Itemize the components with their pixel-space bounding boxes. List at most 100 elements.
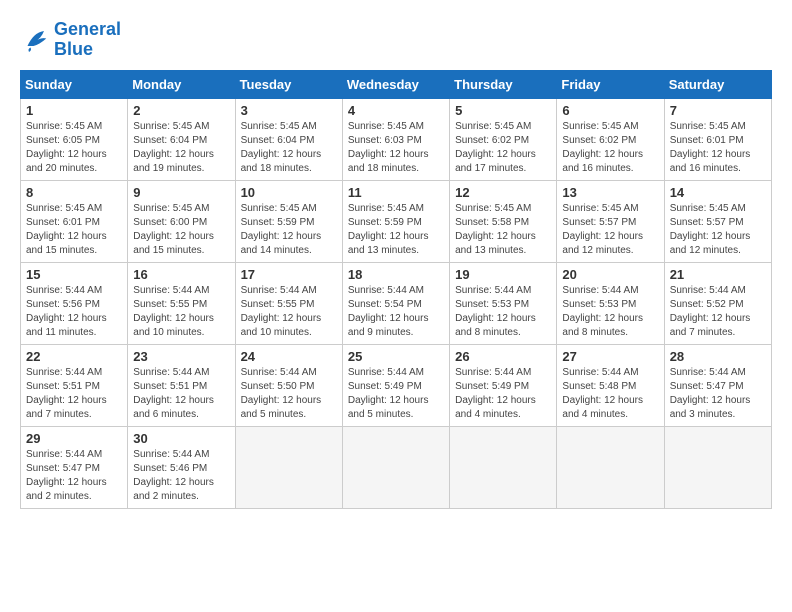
day-number: 18 — [348, 267, 444, 282]
calendar-day-cell: 2 Sunrise: 5:45 AM Sunset: 6:04 PM Dayli… — [128, 98, 235, 180]
calendar-week-row: 22 Sunrise: 5:44 AM Sunset: 5:51 PM Dayl… — [21, 344, 772, 426]
day-info: Sunrise: 5:45 AM Sunset: 5:59 PM Dayligh… — [241, 202, 337, 258]
calendar-week-row: 15 Sunrise: 5:44 AM Sunset: 5:56 PM Dayl… — [21, 262, 772, 344]
day-info: Sunrise: 5:44 AM Sunset: 5:55 PM Dayligh… — [241, 284, 337, 340]
calendar-day-cell: 18 Sunrise: 5:44 AM Sunset: 5:54 PM Dayl… — [342, 262, 449, 344]
calendar-day-cell: 12 Sunrise: 5:45 AM Sunset: 5:58 PM Dayl… — [450, 180, 557, 262]
calendar-day-cell: 14 Sunrise: 5:45 AM Sunset: 5:57 PM Dayl… — [664, 180, 771, 262]
day-number: 15 — [26, 267, 122, 282]
day-number: 4 — [348, 103, 444, 118]
calendar-header-row: SundayMondayTuesdayWednesdayThursdayFrid… — [21, 70, 772, 98]
day-info: Sunrise: 5:45 AM Sunset: 6:01 PM Dayligh… — [26, 202, 122, 258]
day-header-tuesday: Tuesday — [235, 70, 342, 98]
day-info: Sunrise: 5:45 AM Sunset: 5:57 PM Dayligh… — [670, 202, 766, 258]
calendar-day-cell: 4 Sunrise: 5:45 AM Sunset: 6:03 PM Dayli… — [342, 98, 449, 180]
day-number: 14 — [670, 185, 766, 200]
day-number: 22 — [26, 349, 122, 364]
day-info: Sunrise: 5:45 AM Sunset: 6:05 PM Dayligh… — [26, 120, 122, 176]
calendar-day-cell: 23 Sunrise: 5:44 AM Sunset: 5:51 PM Dayl… — [128, 344, 235, 426]
day-info: Sunrise: 5:44 AM Sunset: 5:51 PM Dayligh… — [26, 366, 122, 422]
day-number: 26 — [455, 349, 551, 364]
day-info: Sunrise: 5:45 AM Sunset: 6:02 PM Dayligh… — [455, 120, 551, 176]
day-info: Sunrise: 5:45 AM Sunset: 6:04 PM Dayligh… — [241, 120, 337, 176]
calendar-week-row: 29 Sunrise: 5:44 AM Sunset: 5:47 PM Dayl… — [21, 426, 772, 508]
day-info: Sunrise: 5:44 AM Sunset: 5:47 PM Dayligh… — [670, 366, 766, 422]
day-info: Sunrise: 5:44 AM Sunset: 5:51 PM Dayligh… — [133, 366, 229, 422]
day-number: 2 — [133, 103, 229, 118]
day-info: Sunrise: 5:44 AM Sunset: 5:54 PM Dayligh… — [348, 284, 444, 340]
day-info: Sunrise: 5:44 AM Sunset: 5:47 PM Dayligh… — [26, 448, 122, 504]
day-number: 3 — [241, 103, 337, 118]
day-number: 16 — [133, 267, 229, 282]
calendar-day-cell: 7 Sunrise: 5:45 AM Sunset: 6:01 PM Dayli… — [664, 98, 771, 180]
day-number: 19 — [455, 267, 551, 282]
calendar-day-cell: 21 Sunrise: 5:44 AM Sunset: 5:52 PM Dayl… — [664, 262, 771, 344]
page-header: General Blue — [20, 20, 772, 60]
day-number: 8 — [26, 185, 122, 200]
day-number: 29 — [26, 431, 122, 446]
calendar-day-cell: 26 Sunrise: 5:44 AM Sunset: 5:49 PM Dayl… — [450, 344, 557, 426]
calendar-week-row: 1 Sunrise: 5:45 AM Sunset: 6:05 PM Dayli… — [21, 98, 772, 180]
day-number: 7 — [670, 103, 766, 118]
calendar-day-cell: 10 Sunrise: 5:45 AM Sunset: 5:59 PM Dayl… — [235, 180, 342, 262]
day-info: Sunrise: 5:45 AM Sunset: 6:01 PM Dayligh… — [670, 120, 766, 176]
day-info: Sunrise: 5:45 AM Sunset: 5:58 PM Dayligh… — [455, 202, 551, 258]
day-info: Sunrise: 5:45 AM Sunset: 5:59 PM Dayligh… — [348, 202, 444, 258]
calendar-day-cell: 13 Sunrise: 5:45 AM Sunset: 5:57 PM Dayl… — [557, 180, 664, 262]
calendar-day-cell: 29 Sunrise: 5:44 AM Sunset: 5:47 PM Dayl… — [21, 426, 128, 508]
day-info: Sunrise: 5:45 AM Sunset: 6:04 PM Dayligh… — [133, 120, 229, 176]
day-number: 28 — [670, 349, 766, 364]
day-info: Sunrise: 5:44 AM Sunset: 5:52 PM Dayligh… — [670, 284, 766, 340]
day-header-sunday: Sunday — [21, 70, 128, 98]
calendar-day-cell: 5 Sunrise: 5:45 AM Sunset: 6:02 PM Dayli… — [450, 98, 557, 180]
day-number: 24 — [241, 349, 337, 364]
calendar-day-cell: 20 Sunrise: 5:44 AM Sunset: 5:53 PM Dayl… — [557, 262, 664, 344]
day-number: 6 — [562, 103, 658, 118]
day-number: 25 — [348, 349, 444, 364]
calendar-day-cell: 24 Sunrise: 5:44 AM Sunset: 5:50 PM Dayl… — [235, 344, 342, 426]
calendar-day-cell: 15 Sunrise: 5:44 AM Sunset: 5:56 PM Dayl… — [21, 262, 128, 344]
day-info: Sunrise: 5:44 AM Sunset: 5:55 PM Dayligh… — [133, 284, 229, 340]
logo-text: General Blue — [54, 20, 121, 60]
day-number: 1 — [26, 103, 122, 118]
calendar-table: SundayMondayTuesdayWednesdayThursdayFrid… — [20, 70, 772, 509]
day-number: 23 — [133, 349, 229, 364]
day-info: Sunrise: 5:45 AM Sunset: 6:00 PM Dayligh… — [133, 202, 229, 258]
day-info: Sunrise: 5:45 AM Sunset: 5:57 PM Dayligh… — [562, 202, 658, 258]
calendar-day-cell: 25 Sunrise: 5:44 AM Sunset: 5:49 PM Dayl… — [342, 344, 449, 426]
day-number: 30 — [133, 431, 229, 446]
calendar-day-cell — [235, 426, 342, 508]
day-number: 12 — [455, 185, 551, 200]
day-info: Sunrise: 5:44 AM Sunset: 5:56 PM Dayligh… — [26, 284, 122, 340]
day-info: Sunrise: 5:44 AM Sunset: 5:49 PM Dayligh… — [455, 366, 551, 422]
calendar-day-cell: 22 Sunrise: 5:44 AM Sunset: 5:51 PM Dayl… — [21, 344, 128, 426]
calendar-day-cell: 17 Sunrise: 5:44 AM Sunset: 5:55 PM Dayl… — [235, 262, 342, 344]
day-number: 10 — [241, 185, 337, 200]
calendar-week-row: 8 Sunrise: 5:45 AM Sunset: 6:01 PM Dayli… — [21, 180, 772, 262]
day-number: 9 — [133, 185, 229, 200]
calendar-day-cell: 8 Sunrise: 5:45 AM Sunset: 6:01 PM Dayli… — [21, 180, 128, 262]
calendar-day-cell — [557, 426, 664, 508]
day-header-wednesday: Wednesday — [342, 70, 449, 98]
calendar-day-cell — [450, 426, 557, 508]
day-header-thursday: Thursday — [450, 70, 557, 98]
calendar-day-cell: 3 Sunrise: 5:45 AM Sunset: 6:04 PM Dayli… — [235, 98, 342, 180]
day-number: 13 — [562, 185, 658, 200]
calendar-day-cell: 6 Sunrise: 5:45 AM Sunset: 6:02 PM Dayli… — [557, 98, 664, 180]
calendar-day-cell: 30 Sunrise: 5:44 AM Sunset: 5:46 PM Dayl… — [128, 426, 235, 508]
calendar-day-cell: 16 Sunrise: 5:44 AM Sunset: 5:55 PM Dayl… — [128, 262, 235, 344]
logo: General Blue — [20, 20, 121, 60]
day-info: Sunrise: 5:44 AM Sunset: 5:50 PM Dayligh… — [241, 366, 337, 422]
day-number: 20 — [562, 267, 658, 282]
calendar-day-cell: 1 Sunrise: 5:45 AM Sunset: 6:05 PM Dayli… — [21, 98, 128, 180]
calendar-day-cell: 27 Sunrise: 5:44 AM Sunset: 5:48 PM Dayl… — [557, 344, 664, 426]
day-number: 11 — [348, 185, 444, 200]
day-number: 17 — [241, 267, 337, 282]
day-info: Sunrise: 5:45 AM Sunset: 6:02 PM Dayligh… — [562, 120, 658, 176]
day-info: Sunrise: 5:44 AM Sunset: 5:53 PM Dayligh… — [562, 284, 658, 340]
day-number: 5 — [455, 103, 551, 118]
day-info: Sunrise: 5:44 AM Sunset: 5:46 PM Dayligh… — [133, 448, 229, 504]
calendar-day-cell: 28 Sunrise: 5:44 AM Sunset: 5:47 PM Dayl… — [664, 344, 771, 426]
calendar-day-cell: 19 Sunrise: 5:44 AM Sunset: 5:53 PM Dayl… — [450, 262, 557, 344]
calendar-day-cell — [342, 426, 449, 508]
